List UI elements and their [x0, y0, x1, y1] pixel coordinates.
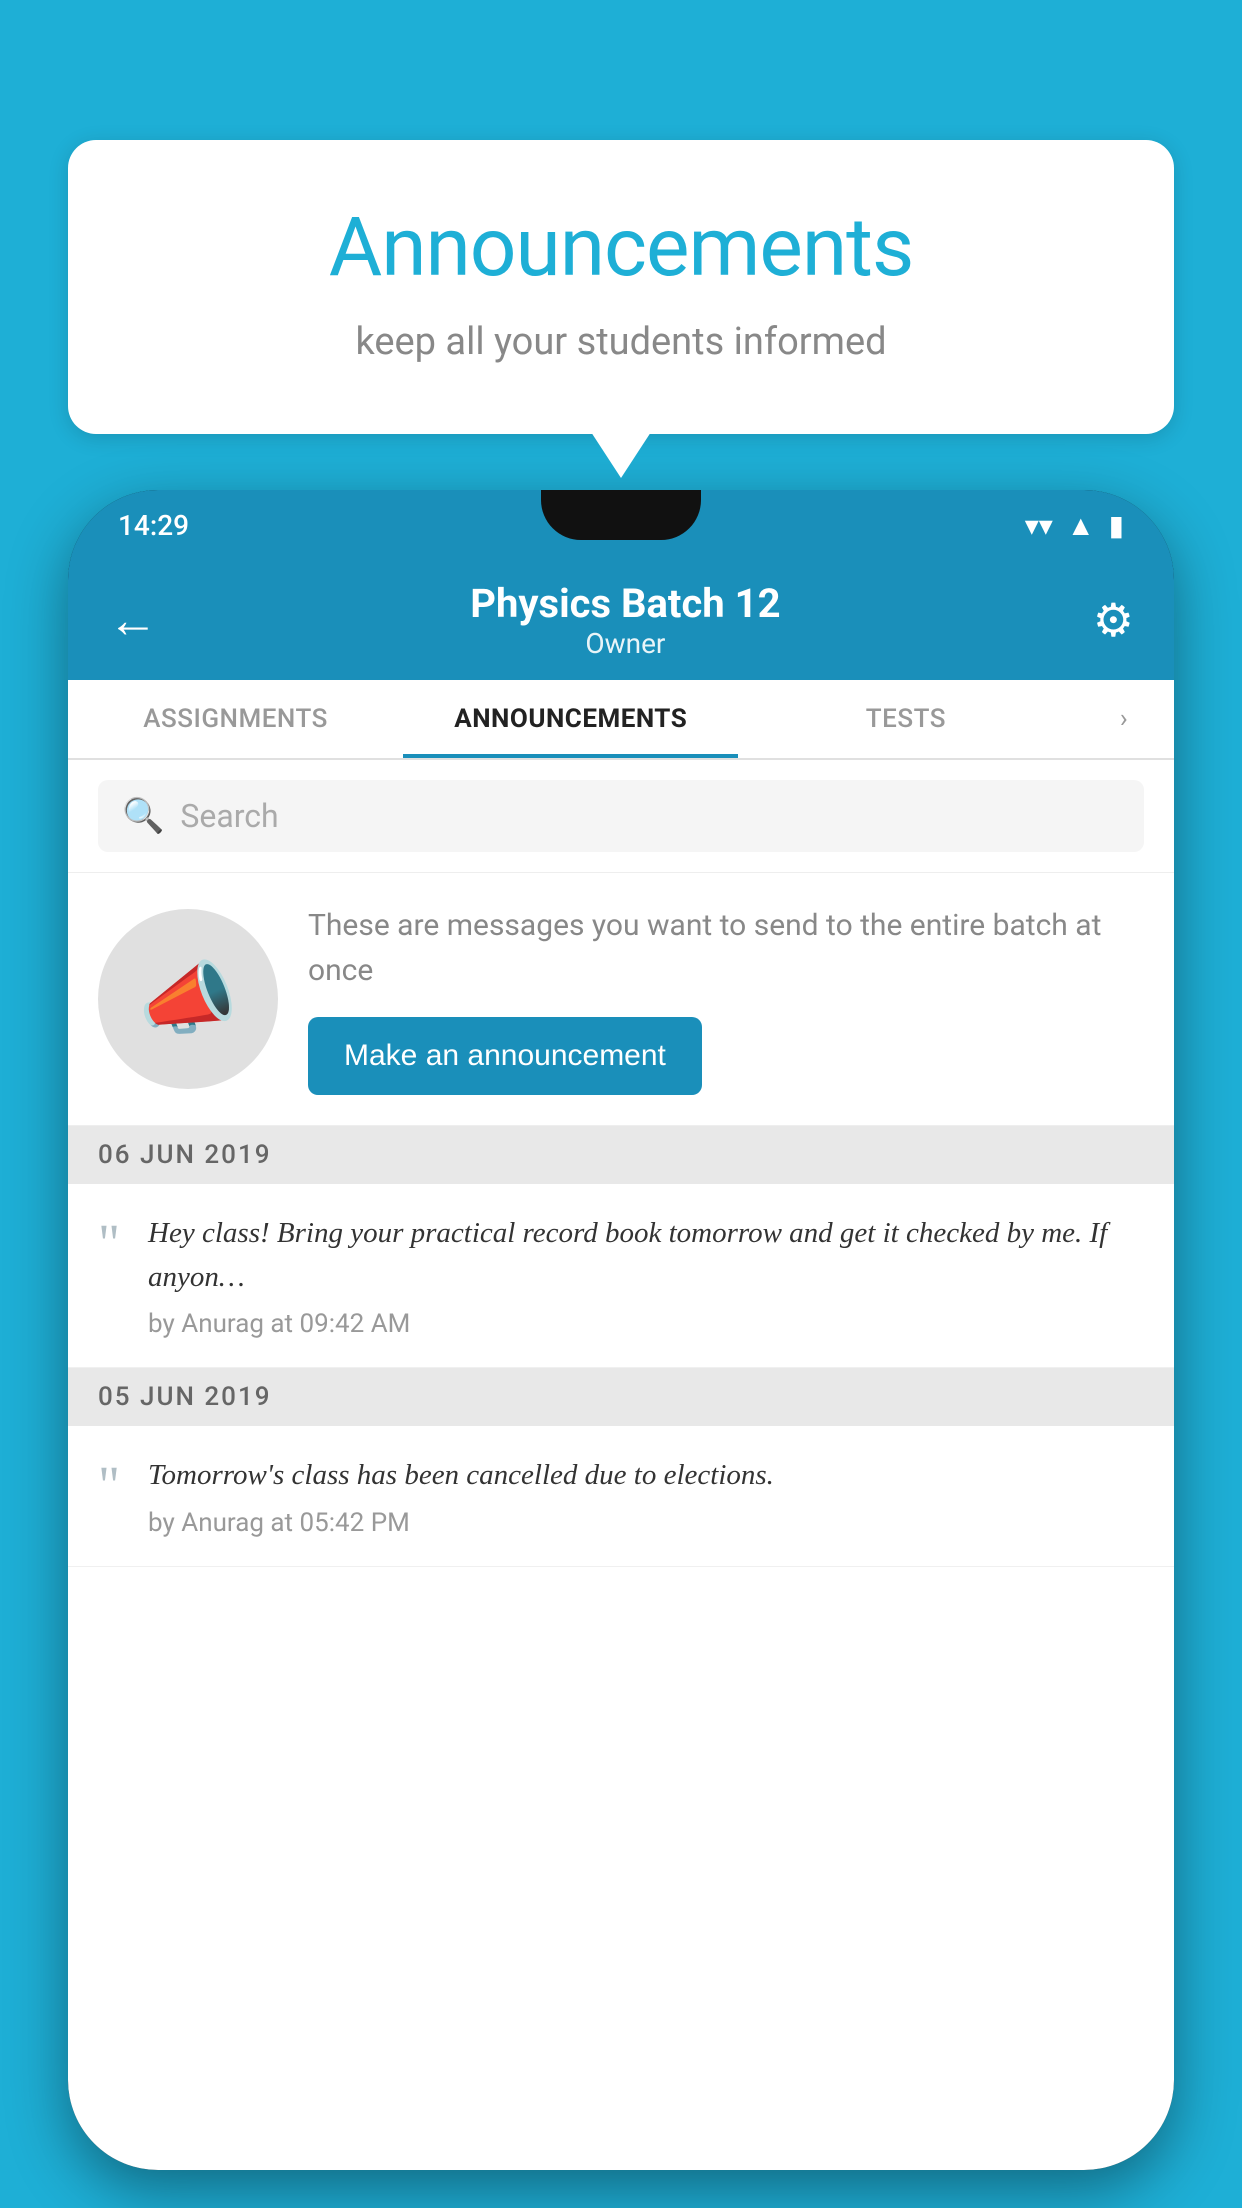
speech-bubble: Announcements keep all your students inf…: [68, 140, 1174, 434]
announcement-item-2[interactable]: " Tomorrow's class has been cancelled du…: [68, 1426, 1174, 1567]
announcement-text-2: Tomorrow's class has been cancelled due …: [148, 1454, 1144, 1498]
status-bar: 14:29 ▾▾ ▲ ▮: [68, 490, 1174, 560]
announcement-text-1: Hey class! Bring your practical record b…: [148, 1212, 1144, 1299]
promo-description: These are messages you want to send to t…: [308, 903, 1144, 993]
speech-bubble-subtitle: keep all your students informed: [118, 320, 1124, 364]
tab-more[interactable]: ›: [1073, 680, 1174, 758]
header-title: Physics Batch 12: [470, 580, 780, 627]
tab-announcements[interactable]: ANNOUNCEMENTS: [403, 680, 738, 758]
tab-assignments[interactable]: ASSIGNMENTS: [68, 680, 403, 758]
phone-container: 14:29 ▾▾ ▲ ▮ ← Physics Batch 12 Owner ⚙ …: [68, 490, 1174, 2208]
quote-icon-1: ": [98, 1216, 120, 1270]
tab-tests[interactable]: TESTS: [738, 680, 1073, 758]
phone-notch: [541, 490, 701, 540]
announcement-meta-1: by Anurag at 09:42 AM: [148, 1309, 1144, 1339]
status-icons: ▾▾ ▲ ▮: [1025, 509, 1124, 542]
promo-avatar: 📣: [98, 909, 278, 1089]
gear-icon[interactable]: ⚙: [1093, 593, 1134, 648]
screen-content: 🔍 Search 📣 These are messages you want t…: [68, 760, 1174, 2170]
battery-icon: ▮: [1109, 509, 1124, 542]
app-header: ← Physics Batch 12 Owner ⚙: [68, 560, 1174, 680]
megaphone-icon: 📣: [138, 952, 238, 1046]
signal-icon: ▲: [1067, 509, 1095, 542]
promo-right: These are messages you want to send to t…: [308, 903, 1144, 1095]
announcement-content-1: Hey class! Bring your practical record b…: [148, 1212, 1144, 1339]
announcement-promo: 📣 These are messages you want to send to…: [68, 873, 1174, 1126]
search-placeholder: Search: [180, 797, 278, 835]
header-subtitle: Owner: [470, 627, 780, 660]
phone: 14:29 ▾▾ ▲ ▮ ← Physics Batch 12 Owner ⚙ …: [68, 490, 1174, 2170]
search-icon: 🔍: [122, 796, 164, 836]
quote-icon-2: ": [98, 1458, 120, 1512]
speech-bubble-title: Announcements: [118, 200, 1124, 296]
make-announcement-button[interactable]: Make an announcement: [308, 1017, 702, 1095]
speech-bubble-container: Announcements keep all your students inf…: [68, 140, 1174, 434]
announcement-content-2: Tomorrow's class has been cancelled due …: [148, 1454, 1144, 1538]
announcement-item-1[interactable]: " Hey class! Bring your practical record…: [68, 1184, 1174, 1368]
tabs-bar: ASSIGNMENTS ANNOUNCEMENTS TESTS ›: [68, 680, 1174, 760]
search-input[interactable]: 🔍 Search: [98, 780, 1144, 852]
wifi-icon: ▾▾: [1025, 509, 1053, 542]
search-bar: 🔍 Search: [68, 760, 1174, 873]
header-center: Physics Batch 12 Owner: [470, 580, 780, 660]
date-separator-1: 06 JUN 2019: [68, 1126, 1174, 1184]
announcement-meta-2: by Anurag at 05:42 PM: [148, 1508, 1144, 1538]
date-separator-2: 05 JUN 2019: [68, 1368, 1174, 1426]
back-button[interactable]: ←: [108, 591, 158, 650]
status-time: 14:29: [118, 509, 189, 542]
